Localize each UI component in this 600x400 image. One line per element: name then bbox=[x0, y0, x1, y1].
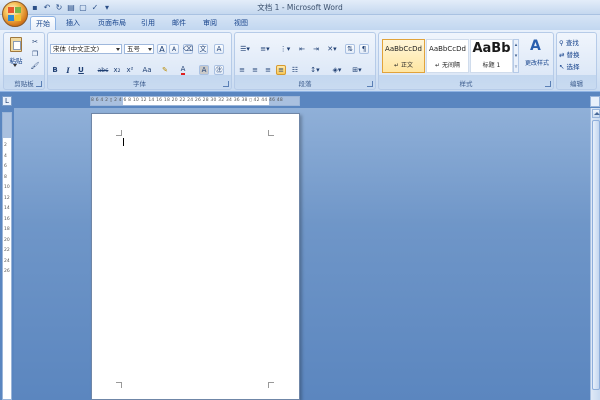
find-button[interactable]: ⚲ 查找 bbox=[559, 37, 597, 47]
font-color-button[interactable]: A bbox=[178, 65, 188, 75]
line-spacing-icon[interactable]: ↕▾ bbox=[307, 65, 323, 75]
tab-selector[interactable]: L bbox=[2, 96, 12, 106]
shading-icon[interactable]: ◈▾ bbox=[329, 65, 345, 75]
clipboard-dialog-launcher[interactable] bbox=[36, 81, 42, 87]
tab-mailings[interactable]: 邮件 bbox=[168, 16, 190, 30]
scroll-thumb[interactable] bbox=[592, 120, 600, 390]
font-dialog-launcher[interactable] bbox=[223, 81, 229, 87]
styles-gallery-scroll[interactable]: ▴ ▾ ▿ bbox=[513, 39, 519, 73]
chevron-down-icon bbox=[116, 48, 120, 51]
replace-button[interactable]: ⇄ 替换 bbox=[559, 49, 597, 59]
borders-icon[interactable]: ⊞▾ bbox=[349, 65, 365, 75]
font-name-combo[interactable]: 宋体 (中文正文) bbox=[50, 44, 122, 54]
horizontal-ruler[interactable]: 8 6 4 2 ▯ 2 4 6 8 10 12 14 16 18 20 22 2… bbox=[90, 96, 300, 106]
office-button[interactable] bbox=[2, 1, 28, 27]
select-button[interactable]: ↖ 选择 bbox=[559, 61, 597, 71]
font-group-label: 字体 bbox=[133, 80, 146, 88]
style-normal[interactable]: AaBbCcDd ↵ 正文 bbox=[382, 39, 425, 73]
char-border-icon[interactable]: A bbox=[214, 44, 224, 54]
styles-dialog-launcher[interactable] bbox=[545, 81, 551, 87]
align-center-icon[interactable]: ≡ bbox=[250, 65, 260, 75]
styles-group: AaBbCcDd ↵ 正文 AaBbCcDd ↵ 无间隔 AaBb 标题 1 ▴… bbox=[378, 32, 554, 90]
ribbon: 粘贴 ✂ ❐ 🖌 剪贴板 宋体 (中文正文) 五号 A A ⌫ 文 A B I … bbox=[0, 30, 600, 92]
sort-icon[interactable]: ⇅ bbox=[345, 44, 355, 54]
style-heading-1[interactable]: AaBb 标题 1 bbox=[470, 39, 513, 73]
tab-view[interactable]: 视图 bbox=[230, 16, 252, 30]
multilevel-list-icon[interactable]: ⋮▾ bbox=[277, 44, 293, 54]
increase-indent-icon[interactable]: ⇥ bbox=[311, 44, 321, 54]
editing-group-label: 编辑 bbox=[570, 80, 583, 88]
strikethrough-button[interactable]: abc bbox=[96, 65, 110, 75]
format-painter-icon[interactable]: 🖌 bbox=[30, 61, 40, 71]
crop-mark bbox=[268, 382, 274, 388]
cut-icon[interactable]: ✂ bbox=[30, 37, 40, 47]
chinese-layout-icon[interactable]: ✕▾ bbox=[325, 44, 339, 54]
clipboard-group: 粘贴 ✂ ❐ 🖌 剪贴板 bbox=[3, 32, 45, 90]
tab-insert[interactable]: 插入 bbox=[62, 16, 84, 30]
italic-button[interactable]: I bbox=[63, 65, 73, 75]
bold-button[interactable]: B bbox=[50, 65, 60, 75]
tab-home[interactable]: 开始 bbox=[30, 16, 56, 30]
align-right-icon[interactable]: ≡ bbox=[263, 65, 273, 75]
styles-group-label: 样式 bbox=[459, 80, 473, 88]
enclose-char-icon[interactable]: ㊟ bbox=[214, 65, 224, 75]
font-size-combo[interactable]: 五号 bbox=[124, 44, 154, 54]
crop-mark bbox=[116, 130, 122, 136]
font-group: 宋体 (中文正文) 五号 A A ⌫ 文 A B I U abc x₂ x² A… bbox=[47, 32, 232, 90]
scroll-up-icon[interactable] bbox=[592, 109, 600, 118]
select-arrow-icon: ↖ bbox=[559, 63, 565, 71]
title-bar: ▪ ↶ ↻ ▤ ▢ ✓ ▾ 文档 1 - Microsoft Word bbox=[0, 0, 600, 15]
change-case-button[interactable]: Aa bbox=[140, 65, 154, 75]
subscript-button[interactable]: x₂ bbox=[112, 65, 122, 75]
tab-references[interactable]: 引用 bbox=[137, 16, 159, 30]
highlight-icon[interactable]: ✎ bbox=[160, 65, 170, 75]
grow-font-button[interactable]: A bbox=[157, 44, 167, 54]
text-cursor bbox=[123, 138, 124, 146]
copy-icon[interactable]: ❐ bbox=[30, 49, 40, 59]
justify-icon[interactable]: ≡ bbox=[276, 65, 286, 75]
paragraph-dialog-launcher[interactable] bbox=[367, 81, 373, 87]
change-styles-icon: A bbox=[530, 38, 541, 54]
chevron-down-icon bbox=[148, 48, 152, 51]
clear-format-icon[interactable]: ⌫ bbox=[183, 44, 193, 54]
paragraph-group-label: 段落 bbox=[298, 80, 312, 88]
paragraph-group: ☰▾ ≡▾ ⋮▾ ⇤ ⇥ ✕▾ ⇅ ¶ ≡ ≡ ≡ ≡ ☷ ↕▾ ◈▾ ⊞▾ 段… bbox=[234, 32, 376, 90]
superscript-button[interactable]: x² bbox=[125, 65, 135, 75]
document-page[interactable] bbox=[91, 113, 300, 400]
tab-page-layout[interactable]: 页面布局 bbox=[94, 16, 130, 30]
bullets-icon[interactable]: ☰▾ bbox=[237, 44, 253, 54]
decrease-indent-icon[interactable]: ⇤ bbox=[297, 44, 307, 54]
vertical-ruler[interactable]: 2 4 6 8 10 12 14 16 18 20 22 24 26 bbox=[2, 112, 12, 400]
show-marks-icon[interactable]: ¶ bbox=[359, 44, 369, 54]
char-shading-icon[interactable]: A bbox=[199, 65, 209, 75]
style-no-spacing[interactable]: AaBbCcDd ↵ 无间隔 bbox=[426, 39, 469, 73]
ribbon-tabs: 开始 插入 页面布局 引用 邮件 审阅 视图 bbox=[0, 15, 600, 30]
align-left-icon[interactable]: ≡ bbox=[237, 65, 247, 75]
underline-button[interactable]: U bbox=[76, 65, 86, 75]
binoculars-icon: ⚲ bbox=[559, 39, 564, 47]
view-ruler-toggle[interactable] bbox=[590, 96, 600, 107]
paste-button[interactable]: 粘贴 bbox=[7, 36, 25, 70]
numbering-icon[interactable]: ≡▾ bbox=[257, 44, 273, 54]
editing-group: ⚲ 查找 ⇄ 替换 ↖ 选择 编辑 bbox=[556, 32, 597, 90]
replace-icon: ⇄ bbox=[559, 51, 565, 59]
office-logo-icon bbox=[8, 7, 22, 21]
window-title: 文档 1 - Microsoft Word bbox=[257, 3, 343, 12]
distributed-icon[interactable]: ☷ bbox=[290, 65, 300, 75]
crop-mark bbox=[116, 382, 122, 388]
change-styles-button[interactable]: A 更改样式 bbox=[522, 37, 552, 73]
tab-review[interactable]: 审阅 bbox=[199, 16, 221, 30]
crop-mark bbox=[268, 130, 274, 136]
shrink-font-button[interactable]: A bbox=[169, 44, 179, 54]
vertical-scrollbar[interactable] bbox=[590, 108, 600, 400]
phonetic-guide-icon[interactable]: 文 bbox=[198, 44, 208, 54]
